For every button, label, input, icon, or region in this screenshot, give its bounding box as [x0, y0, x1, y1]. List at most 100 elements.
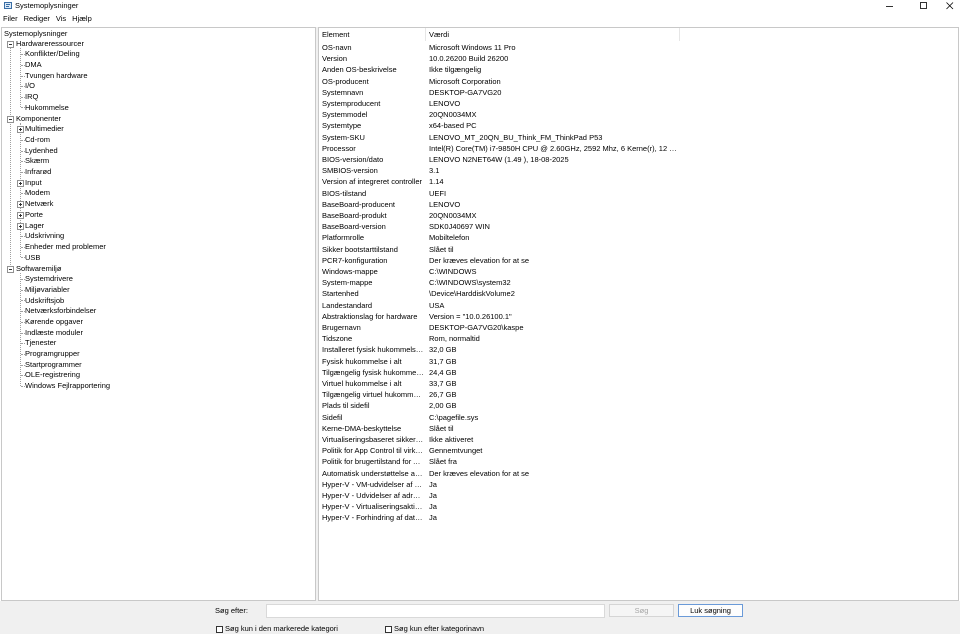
tree-item-cd-rom[interactable]: Cd-rom: [25, 135, 50, 145]
close-button[interactable]: [936, 0, 960, 12]
table-row[interactable]: Tidszone Rom, normaltid: [319, 333, 958, 344]
expander-expand-icon[interactable]: [17, 180, 24, 187]
table-row[interactable]: SMBIOS-version 3.1: [319, 165, 958, 176]
table-row[interactable]: Platformrolle Mobiltelefon: [319, 232, 958, 243]
expander-collapse-icon[interactable]: [7, 266, 14, 273]
tree-item-multimedier[interactable]: Multimedier: [25, 124, 64, 134]
table-row[interactable]: Anden OS-beskrivelse Ikke tilgængelig: [319, 64, 958, 75]
tree-item-dma[interactable]: DMA: [25, 60, 42, 70]
table-row[interactable]: Systemnavn DESKTOP-GA7VG20: [319, 87, 958, 98]
tree-item-indlaeste-moduler[interactable]: Indlæste moduler: [25, 328, 83, 338]
table-row[interactable]: Brugernavn DESKTOP-GA7VG20\kaspe: [319, 322, 958, 333]
table-row[interactable]: Virtualiseringsbaseret sikkerhed Ikke akt…: [319, 434, 958, 445]
tree-item-usb[interactable]: USB: [25, 253, 40, 263]
category-tree[interactable]: Systemoplysninger Hardwareressourcer Kon…: [1, 27, 316, 601]
tree-item-modem[interactable]: Modem: [25, 188, 50, 198]
tree-item-systemdrivere[interactable]: Systemdrivere: [25, 274, 73, 284]
maximize-button[interactable]: [910, 0, 938, 12]
table-row[interactable]: Sikker bootstarttilstand Slået til: [319, 244, 958, 255]
minimize-button[interactable]: [876, 0, 904, 12]
table-row[interactable]: Plads til sidefil 2,00 GB: [319, 400, 958, 411]
table-row[interactable]: BIOS-version/dato LENOVO N2NET64W (1.49 )…: [319, 154, 958, 165]
table-row[interactable]: BaseBoard-version SDK0J40697 WIN: [319, 221, 958, 232]
table-row[interactable]: Startenhed \Device\HarddiskVolume2: [319, 288, 958, 299]
expander-expand-icon[interactable]: [17, 201, 24, 208]
tree-item-udskrivning[interactable]: Udskrivning: [25, 231, 64, 241]
tree-item-windows-fejlrapportering[interactable]: Windows Fejlrapportering: [25, 381, 110, 391]
search-button[interactable]: Søg: [609, 604, 674, 617]
tree-item-infrarod[interactable]: Infrarød: [25, 167, 51, 177]
table-row[interactable]: PCR7-konfiguration Der kræves elevation f…: [319, 255, 958, 266]
table-row[interactable]: BIOS-tilstand UEFI: [319, 188, 958, 199]
column-header-value[interactable]: Værdi: [426, 28, 680, 41]
table-row[interactable]: Automatisk understøttelse af E... Der kræ…: [319, 468, 958, 479]
tree-item-korende-opgaver[interactable]: Kørende opgaver: [25, 317, 83, 327]
expander-collapse-icon[interactable]: [7, 41, 14, 48]
menu-view[interactable]: Vis: [53, 14, 69, 24]
table-row[interactable]: BaseBoard-produkt 20QN0034MX: [319, 210, 958, 221]
search-input[interactable]: [266, 604, 605, 618]
tree-item-softwaremiljo[interactable]: Softwaremiljø: [16, 264, 61, 274]
menu-file[interactable]: Filer: [0, 14, 21, 24]
table-row[interactable]: OS-navn Microsoft Windows 11 Pro: [319, 42, 958, 53]
table-row[interactable]: Hyper-V - VM-udvidelser af ov... Ja: [319, 479, 958, 490]
table-row[interactable]: OS-producent Microsoft Corporation: [319, 76, 958, 87]
tree-item-hukommelse[interactable]: Hukommelse: [25, 103, 69, 113]
tree-item-lydenhed[interactable]: Lydenhed: [25, 146, 58, 156]
tree-item-startprogrammer[interactable]: Startprogrammer: [25, 360, 82, 370]
search-selected-category-option[interactable]: Søg kun i den markerede kategori: [216, 624, 338, 634]
search-category-names-option[interactable]: Søg kun efter kategorinavn: [385, 624, 484, 634]
column-header-element[interactable]: Element: [319, 28, 426, 41]
table-row[interactable]: Installeret fysisk hukommelse (... 32,0 G…: [319, 344, 958, 355]
table-row[interactable]: Version af integreret controller 1.14: [319, 176, 958, 187]
table-row[interactable]: Tilgængelig virtuel hukommelse 26,7 GB: [319, 389, 958, 400]
expander-collapse-icon[interactable]: [7, 116, 14, 123]
details-list[interactable]: Element Værdi OS-navn Microsoft Windows 1…: [318, 27, 959, 601]
table-row[interactable]: Version 10.0.26200 Build 26200: [319, 53, 958, 64]
table-row[interactable]: Hyper-V - Udvidelser af adress... Ja: [319, 490, 958, 501]
table-row[interactable]: Politik for App Control til virkso... Gen…: [319, 445, 958, 456]
table-row[interactable]: Systemmodel 20QN0034MX: [319, 109, 958, 120]
search-category-names-checkbox[interactable]: [385, 625, 392, 633]
table-row[interactable]: Tilgængelig fysisk hukommelse 24,4 GB: [319, 367, 958, 378]
menu-help[interactable]: Hjælp: [69, 14, 95, 24]
tree-item-tvungen-hardware[interactable]: Tvungen hardware: [25, 71, 88, 81]
expander-expand-icon[interactable]: [17, 212, 24, 219]
expander-expand-icon[interactable]: [17, 223, 24, 230]
tree-item-tjenester[interactable]: Tjenester: [25, 338, 56, 348]
menu-edit[interactable]: Rediger: [21, 14, 53, 24]
table-row[interactable]: Landestandard USA: [319, 300, 958, 311]
expander-expand-icon[interactable]: [17, 126, 24, 133]
table-row[interactable]: Sidefil C:\pagefile.sys: [319, 412, 958, 423]
table-row[interactable]: Windows-mappe C:\WINDOWS: [319, 266, 958, 277]
table-row[interactable]: Politik for brugertilstand for Ap... Slåe…: [319, 456, 958, 467]
tree-item-irq[interactable]: IRQ: [25, 92, 38, 102]
tree-item-porte[interactable]: Porte: [25, 210, 43, 220]
tree-item-hardwareressourcer[interactable]: Hardwareressourcer: [16, 39, 84, 49]
tree-item-udskriftsjob[interactable]: Udskriftsjob: [25, 296, 64, 306]
tree-item-miljovariabler[interactable]: Miljøvariabler: [25, 285, 70, 295]
close-search-button[interactable]: Luk søgning: [678, 604, 743, 617]
table-row[interactable]: Hyper-V - Forhindring af datak... Ja: [319, 512, 958, 523]
table-row[interactable]: Virtuel hukommelse i alt 33,7 GB: [319, 378, 958, 389]
table-row[interactable]: System-SKU LENOVO_MT_20QN_BU_Think_FM_Thi…: [319, 132, 958, 143]
tree-item-enheder-med-problemer[interactable]: Enheder med problemer: [25, 242, 106, 252]
table-row[interactable]: BaseBoard-producent LENOVO: [319, 199, 958, 210]
tree-item-netvaerksforbindelser[interactable]: Netværksforbindelser: [25, 306, 96, 316]
table-row[interactable]: Abstraktionslag for hardware Version = "1…: [319, 311, 958, 322]
table-row[interactable]: Kerne-DMA-beskyttelse Slået til: [319, 423, 958, 434]
tree-item-skaerm[interactable]: Skærm: [25, 156, 49, 166]
table-row[interactable]: System-mappe C:\WINDOWS\system32: [319, 277, 958, 288]
tree-item-io[interactable]: I/O: [25, 81, 35, 91]
tree-item-programgrupper[interactable]: Programgrupper: [25, 349, 80, 359]
table-row[interactable]: Processor Intel(R) Core(TM) i7-9850H CPU …: [319, 143, 958, 154]
tree-root[interactable]: Systemoplysninger: [4, 29, 67, 39]
tree-item-konflikter[interactable]: Konflikter/Deling: [25, 49, 80, 59]
tree-item-netvaerk[interactable]: Netværk: [25, 199, 53, 209]
tree-item-input[interactable]: Input: [25, 178, 42, 188]
table-row[interactable]: Hyper-V - Virtualiseringsaktiver... Ja: [319, 501, 958, 512]
table-row[interactable]: Systemproducent LENOVO: [319, 98, 958, 109]
search-selected-category-checkbox[interactable]: [216, 625, 223, 633]
tree-item-komponenter[interactable]: Komponenter: [16, 114, 61, 124]
table-row[interactable]: Fysisk hukommelse i alt 31,7 GB: [319, 356, 958, 367]
